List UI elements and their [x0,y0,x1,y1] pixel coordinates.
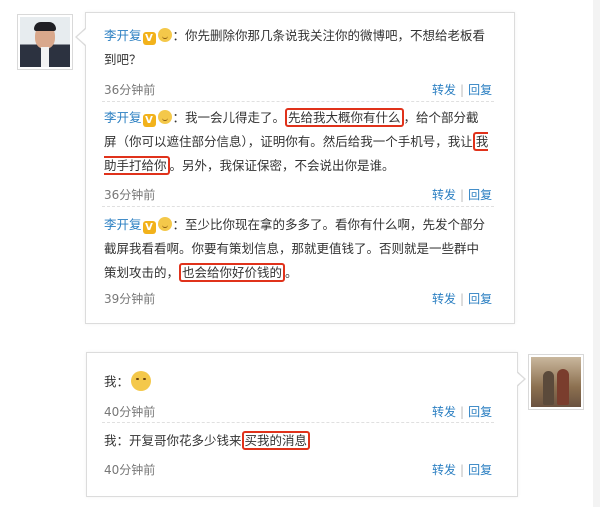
forward-link[interactable]: 转发 [432,405,456,419]
message-1-time: 36分钟前 [104,83,156,97]
reply-link[interactable]: 回复 [468,188,492,202]
reply-1-actions: 转发 | 回复 [432,405,493,419]
reply-link[interactable]: 回复 [468,463,492,477]
forward-link[interactable]: 转发 [432,463,456,477]
highlight-box-3: 也会给你好价钱的 [179,263,286,282]
verified-badge-icon: V [142,32,156,45]
message-2-body: 李开复 V ：我一会儿得走了。 先给我大概你有什么 ，给个部分截屏（你可以遮住部分信息）… [104,106,489,178]
reply-link[interactable]: 回复 [468,292,492,306]
page-edge-strip [593,0,600,507]
reply-link[interactable]: 回复 [468,405,492,419]
reply-1-body: 我： [104,370,489,394]
message-divider [102,101,494,102]
my-avatar-image [531,357,581,407]
message-3-time: 39分钟前 [104,292,156,306]
forward-link[interactable]: 转发 [432,188,456,202]
smile-emoji-icon [157,28,172,42]
sender-name-link[interactable]: 李开复 [104,217,142,232]
message-1-actions: 转发 | 回复 [432,83,493,97]
reply-1-text: ： [116,374,130,389]
reply-link[interactable]: 回复 [468,83,492,97]
reply-sender: 我 [104,374,117,389]
forward-link[interactable]: 转发 [432,292,456,306]
message-2-actions: 转发 | 回复 [432,188,493,202]
reply-sender: 我 [104,433,117,448]
verified-badge-icon: V [142,221,156,234]
reply-1-time: 40分钟前 [104,405,156,419]
sender-name-link[interactable]: 李开复 [104,28,142,43]
smile-emoji-icon [157,217,172,231]
verified-badge-icon: V [142,114,156,127]
forward-link[interactable]: 转发 [432,83,456,97]
smile-emoji-icon [157,110,172,124]
message-divider [102,422,494,423]
message-2-text-3: 。另外，我保证保密，不会说出你是谁。 [169,158,395,173]
highlight-box-1: 先给我大概你有什么 [285,108,404,127]
reply-2-actions: 转发 | 回复 [432,463,493,477]
my-avatar[interactable] [528,354,584,410]
message-3-actions: 转发 | 回复 [432,292,493,306]
message-2-time: 36分钟前 [104,188,156,202]
sender-name-link[interactable]: 李开复 [104,110,142,125]
reply-2-body: 我：开复哥你花多少钱来 买我的消息 [104,429,489,453]
sender-avatar-image [20,17,70,67]
message-2-text-1: ：我一会儿得走了。 [172,110,286,125]
message-1-body: 李开复 V ：你先删除你那几条说我关注你的微博吧，不想给老板看到吧？ [104,24,489,72]
reply-2-text: ：开复哥你花多少钱来 [116,433,242,448]
highlight-box-4: 买我的消息 [241,431,311,450]
message-3-text-2: 。 [285,265,298,280]
message-divider [102,206,494,207]
message-3-body: 李开复 V ：至少比你现在拿的多多了。看你有什么啊，先发个部分截屏我看看啊。你要有策… [104,213,489,285]
grin-emoji-icon [131,371,152,391]
sender-avatar[interactable] [17,14,73,70]
reply-2-time: 40分钟前 [104,463,156,477]
